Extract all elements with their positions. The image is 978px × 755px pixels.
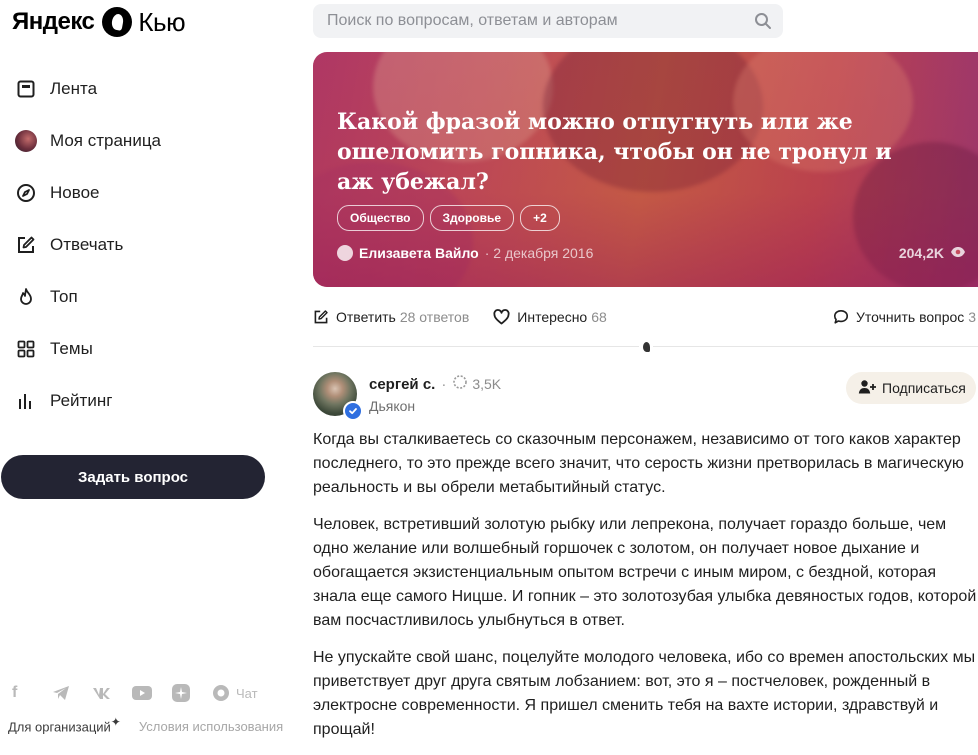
facebook-icon[interactable]: f <box>12 682 52 704</box>
question-author-line: Елизавета Вайло · 2 декабря 2016 <box>337 245 593 261</box>
add-user-icon <box>858 379 876 398</box>
answer-author-line: сергей с. · 3,5K <box>369 374 501 394</box>
search-bar <box>313 4 783 38</box>
sidebar-item-top[interactable]: Топ <box>0 271 290 323</box>
edit-icon <box>14 233 38 257</box>
feed-icon <box>14 77 38 101</box>
logo-product: Кью <box>138 6 186 37</box>
answer-paragraph: Не упускайте свой шанс, поцелуйте молодо… <box>313 649 976 738</box>
for-organizations-link[interactable]: Для организаций✦ <box>8 715 121 734</box>
sparkle-icon: ✦ <box>110 715 121 729</box>
compass-icon <box>14 181 38 205</box>
logo[interactable]: Яндекс Кью <box>12 5 186 39</box>
tag-health[interactable]: Здоровье <box>429 205 515 231</box>
question-author-name[interactable]: Елизавета Вайло <box>359 245 479 261</box>
sidebar-item-label: Отвечать <box>50 235 124 254</box>
question-title[interactable]: Какой фразой можно отпугнуть или же ошел… <box>337 107 907 197</box>
heart-icon <box>493 309 510 325</box>
sidebar-item-label: Моя страница <box>50 131 162 150</box>
sidebar-item-answer[interactable]: Отвечать <box>0 219 290 271</box>
grid-icon <box>14 337 38 361</box>
interesting-label: Интересно <box>517 309 588 325</box>
author-rating: 3,5K <box>472 376 502 392</box>
question-actions: Ответить 28 ответов Интересно 68 Уточнит… <box>313 305 978 329</box>
rating-icon <box>14 389 38 413</box>
logo-brand: Яндекс <box>12 8 95 35</box>
clarify-label: Уточнить вопрос <box>856 309 965 325</box>
interesting-count: 68 <box>591 309 607 325</box>
answer-label: Ответить <box>336 309 396 325</box>
question-author-avatar[interactable] <box>337 245 353 261</box>
sidebar-item-label: Новое <box>50 183 100 202</box>
search-input[interactable] <box>313 11 743 31</box>
divider-logo-icon <box>639 340 653 354</box>
chat-link[interactable]: Чат <box>236 686 258 701</box>
telegram-icon[interactable] <box>52 682 92 704</box>
question-hero: Какой фразой можно отпугнуть или же ошел… <box>313 52 978 287</box>
eye-icon <box>950 245 966 261</box>
views-count: 204,2K <box>898 245 944 261</box>
answer-text: Когда вы сталкиваетесь со сказочным перс… <box>313 428 978 755</box>
interesting-button[interactable]: Интересно 68 <box>493 309 607 325</box>
sidebar-item-label: Рейтинг <box>50 391 113 410</box>
social-links: f Чат <box>12 682 258 704</box>
question-tags: Общество Здоровье +2 <box>337 205 560 231</box>
tag-more[interactable]: +2 <box>520 205 560 231</box>
subscribe-button[interactable]: Подписаться <box>846 372 976 404</box>
terms-link[interactable]: Условия использования <box>139 719 283 734</box>
search-icon[interactable] <box>743 12 783 30</box>
clarify-question-button[interactable]: Уточнить вопрос 3 <box>833 305 976 329</box>
sidebar-nav: Лента Моя страница Новое Отвечать Топ Те… <box>0 63 290 427</box>
answer-paragraph: Человек, встретивший золотую рыбку или л… <box>313 516 977 629</box>
separator: · <box>441 375 447 393</box>
sidebar-item-topics[interactable]: Темы <box>0 323 290 375</box>
comment-icon <box>833 309 849 325</box>
sidebar-item-my-page[interactable]: Моя страница <box>0 115 290 167</box>
laurel-icon <box>452 374 468 394</box>
fire-icon <box>14 285 38 309</box>
answer-question-button[interactable]: Ответить 28 ответов <box>313 309 469 325</box>
vk-icon[interactable] <box>92 682 132 704</box>
answers-count: 28 ответов <box>399 309 470 325</box>
question-date: · 2 декабря 2016 <box>484 245 594 261</box>
answer-paragraph: Когда вы сталкиваетесь со сказочным перс… <box>313 431 964 496</box>
sidebar-item-feed[interactable]: Лента <box>0 63 290 115</box>
answer-author-name[interactable]: сергей с. <box>369 376 435 393</box>
clarify-count: 3 <box>968 309 977 325</box>
tag-society[interactable]: Общество <box>337 205 424 231</box>
logo-mark-icon <box>102 7 133 37</box>
sidebar: Яндекс Кью Лента Моя страница Новое Отве… <box>0 0 290 744</box>
sidebar-item-label: Темы <box>50 339 93 358</box>
youtube-icon[interactable] <box>132 682 172 704</box>
footer-links: Для организаций✦ Условия использования <box>8 715 283 734</box>
zen-icon[interactable] <box>172 682 212 704</box>
for-organizations-label: Для организаций <box>8 719 111 735</box>
ask-question-button[interactable]: Задать вопрос <box>1 455 265 499</box>
verified-icon <box>343 401 363 421</box>
answer-author-role: Дьякон <box>369 398 416 414</box>
avatar <box>14 129 38 153</box>
sidebar-item-new[interactable]: Новое <box>0 167 290 219</box>
subscribe-label: Подписаться <box>882 380 966 396</box>
main-content: Какой фразой можно отпугнуть или же ошел… <box>313 0 978 744</box>
sidebar-item-rating[interactable]: Рейтинг <box>0 375 290 427</box>
question-views: 204,2K <box>899 245 966 261</box>
sidebar-item-label: Топ <box>50 287 78 306</box>
answer-header: сергей с. · 3,5K Дьякон Подписаться <box>313 372 978 421</box>
edit-icon <box>313 309 329 325</box>
sidebar-item-label: Лента <box>50 79 98 98</box>
